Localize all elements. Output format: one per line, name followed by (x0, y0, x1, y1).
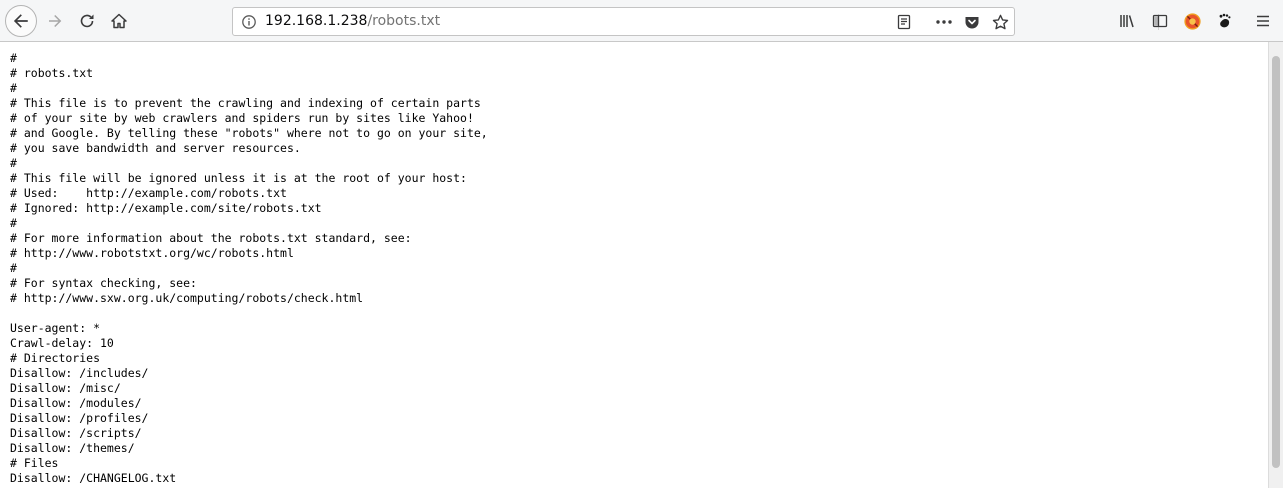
document-line: # Files (10, 456, 59, 470)
document-line: # http://www.sxw.org.uk/computing/robots… (10, 291, 364, 305)
forward-button[interactable] (40, 6, 70, 36)
document-line: # Ignored: http://example.com/site/robot… (10, 201, 322, 215)
arrow-right-icon (47, 13, 63, 29)
sidebar-icon (1152, 13, 1168, 29)
home-icon (111, 13, 127, 29)
star-icon[interactable] (990, 12, 1010, 32)
document-line: # http://www.robotstxt.org/wc/robots.htm… (10, 246, 294, 260)
reader-view-icon[interactable] (894, 12, 914, 32)
open-menu-button[interactable] (1248, 6, 1278, 36)
document-line: # robots.txt (10, 66, 94, 80)
gnome-foot-icon (1216, 13, 1232, 29)
page-content: # # robots.txt # # This file is to preve… (0, 42, 1268, 488)
document-line: Disallow: /profiles/ (10, 411, 149, 425)
url-path: /robots.txt (367, 13, 441, 29)
url-host: 192.168.1.238 (265, 13, 368, 29)
reload-icon (79, 13, 95, 29)
library-button[interactable] (1113, 6, 1143, 36)
arrow-left-icon (12, 12, 30, 30)
document-line: # (10, 156, 17, 170)
document-line: Disallow: /themes/ (10, 441, 135, 455)
document-line: # For more information about the robots.… (10, 231, 412, 245)
vertical-scrollbar[interactable] (1268, 42, 1283, 488)
hamburger-menu-icon (1255, 13, 1271, 29)
url-bar[interactable]: 192.168.1.238/robots.txt (232, 7, 1159, 36)
document-line: # (10, 51, 17, 65)
library-icon (1119, 13, 1137, 29)
scrollbar-thumb[interactable] (1272, 56, 1280, 468)
document-line: Disallow: /misc/ (10, 381, 121, 395)
blocked-extension-icon (1183, 12, 1201, 30)
document-line: # of your site by web crawlers and spide… (10, 111, 474, 125)
document-line: # (10, 261, 17, 275)
document-line: # Directories (10, 351, 101, 365)
document-line: Disallow: /CHANGELOG.txt (10, 471, 177, 485)
document-line: # This file is to prevent the crawling a… (10, 96, 481, 110)
document-line: Disallow: /includes/ (10, 366, 149, 380)
home-button[interactable] (104, 6, 134, 36)
info-icon[interactable] (239, 12, 259, 32)
document-line: # This file will be ignored unless it is… (10, 171, 467, 185)
extension-button[interactable] (1177, 6, 1207, 36)
robots-txt-document: # # robots.txt # # This file is to preve… (10, 51, 488, 486)
document-line: Disallow: /scripts/ (10, 426, 142, 440)
document-line: Disallow: /modules/ (10, 396, 142, 410)
document-line: # and Google. By telling these "robots" … (10, 126, 488, 140)
document-line: # (10, 216, 17, 230)
more-horizontal-icon[interactable] (934, 12, 954, 32)
back-button[interactable] (5, 5, 37, 37)
sidebar-button[interactable] (1145, 6, 1175, 36)
document-line: User-agent: * (10, 321, 101, 335)
gnome-extension-button[interactable] (1209, 6, 1239, 36)
reload-button[interactable] (72, 6, 102, 36)
document-line: # (10, 81, 17, 95)
document-line: # you save bandwidth and server resource… (10, 141, 301, 155)
document-line: # Used: http://example.com/robots.txt (10, 186, 287, 200)
browser-toolbar: 192.168.1.238/robots.txt (0, 0, 1283, 42)
url-text[interactable]: 192.168.1.238/robots.txt (265, 13, 440, 29)
pocket-icon[interactable] (962, 12, 982, 32)
document-line: Crawl-delay: 10 (10, 336, 114, 350)
document-line: # For syntax checking, see: (10, 276, 197, 290)
